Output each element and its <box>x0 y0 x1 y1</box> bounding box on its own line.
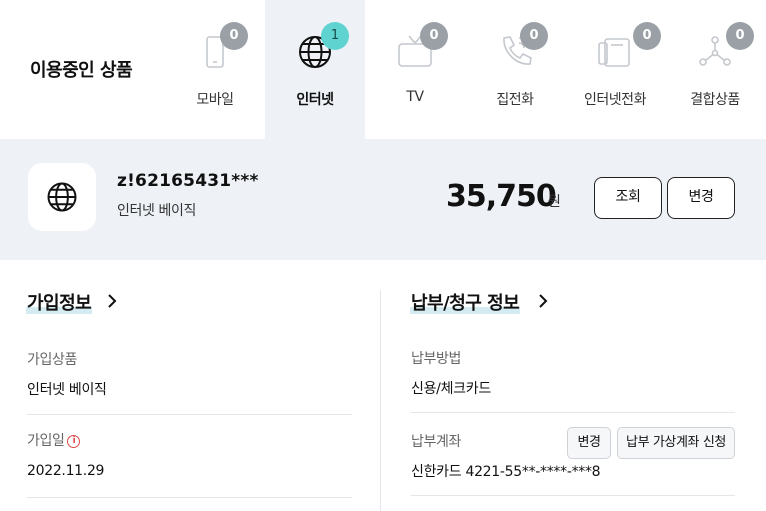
tab-label: 인터넷전화 <box>584 92 646 108</box>
page-title: 이용중인 상품 <box>30 60 133 81</box>
label-payment-method: 납부방법 <box>411 351 461 367</box>
label-payment-account: 납부계좌 <box>411 434 461 450</box>
view-button[interactable]: 조회 <box>594 177 662 219</box>
tab-internet-phone[interactable]: 0 인터넷전화 <box>565 0 665 139</box>
tab-bundle[interactable]: 0 결합상품 <box>665 0 765 139</box>
label-join-date: 가입일 i <box>27 430 81 450</box>
monthly-price: 35,750 <box>446 179 557 214</box>
label-product: 가입상품 <box>27 352 77 368</box>
account-change-button[interactable]: 변경 <box>567 427 611 459</box>
tab-internet[interactable]: 1 인터넷 <box>265 0 365 139</box>
tab-count-badge: 0 <box>726 22 754 50</box>
subscription-info-link[interactable]: 가입정보 <box>26 289 93 315</box>
product-tab-bar: 이용중인 상품 0 모바일 1 인터넷 0 TV 0 집전화 0 인터넷전화 0… <box>0 0 766 139</box>
tab-label: TV <box>406 89 424 105</box>
label-join-date-text: 가입일 <box>27 433 65 449</box>
chevron-right-icon[interactable] <box>535 293 551 309</box>
section-title: 가입정보 <box>27 293 92 314</box>
tab-count-badge: 0 <box>633 22 661 50</box>
price-currency: 원 <box>548 194 561 210</box>
tab-home-phone[interactable]: 0 집전화 <box>465 0 565 139</box>
section-title: 납부/청구 정보 <box>411 293 520 314</box>
tab-tv[interactable]: 0 TV <box>365 0 465 139</box>
product-summary: z!62165431*** 인터넷 베이직 35,750 원 조회 변경 <box>0 139 766 260</box>
globe-icon <box>47 182 77 212</box>
product-icon-box <box>28 163 96 231</box>
virtual-account-button[interactable]: 납부 가상계좌 신청 <box>617 427 735 459</box>
value-join-date: 2022.11.29 <box>27 463 105 479</box>
value-payment-method: 신용/체크카드 <box>411 381 491 397</box>
tab-label: 집전화 <box>496 92 534 108</box>
tab-label: 모바일 <box>196 92 234 108</box>
tab-count-badge: 0 <box>420 22 448 50</box>
tab-label: 결합상품 <box>690 92 740 108</box>
tab-label: 인터넷 <box>296 92 334 108</box>
info-icon[interactable]: i <box>67 435 81 448</box>
divider <box>411 412 735 413</box>
divider <box>411 495 735 496</box>
value-payment-account: 신한카드 4221-55**-****-***8 <box>411 464 601 480</box>
column-divider <box>380 290 381 511</box>
internet-phone-icon <box>595 32 635 72</box>
tab-count-badge: 0 <box>220 22 248 50</box>
tab-count-badge: 0 <box>520 22 548 50</box>
billing-info-link[interactable]: 납부/청구 정보 <box>410 289 521 315</box>
chevron-right-icon[interactable] <box>104 293 120 309</box>
product-name: 인터넷 베이직 <box>117 203 196 219</box>
change-button[interactable]: 변경 <box>667 177 735 219</box>
divider <box>27 497 352 498</box>
value-product: 인터넷 베이직 <box>27 382 107 398</box>
product-id: z!62165431*** <box>117 171 259 191</box>
divider <box>27 414 352 415</box>
tab-mobile[interactable]: 0 모바일 <box>165 0 265 139</box>
tab-count-badge: 1 <box>321 22 349 50</box>
